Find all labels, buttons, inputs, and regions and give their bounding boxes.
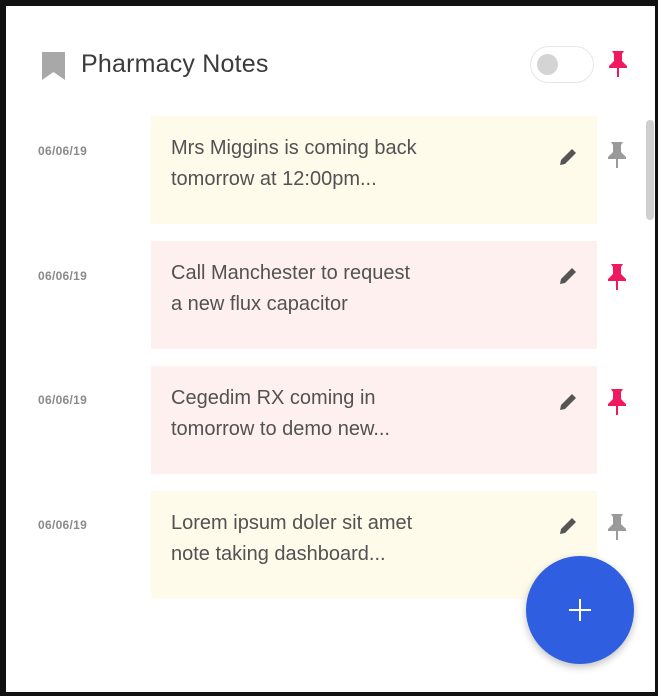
- note-line: note taking dashboard...: [171, 543, 386, 565]
- note-date: 06/06/19: [38, 144, 88, 158]
- note-card[interactable]: Call Manchester to request a new flux ca…: [151, 241, 626, 349]
- note-text: Cegedim RX coming in tomorrow to demo ne…: [171, 383, 511, 445]
- note-line: Mrs Miggins is coming back: [171, 137, 417, 159]
- pin-icon[interactable]: [609, 51, 627, 77]
- pin-icon[interactable]: [608, 389, 626, 415]
- notes-panel: Pharmacy Notes 06/06/19 Mrs Miggins is c…: [0, 0, 658, 696]
- pin-icon[interactable]: [608, 514, 626, 540]
- note-date: 06/06/19: [38, 518, 88, 532]
- bookmark-icon: [42, 52, 65, 80]
- note-card[interactable]: Cegedim RX coming in tomorrow to demo ne…: [151, 366, 626, 474]
- note-line: tomorrow at 12:00pm...: [171, 168, 377, 190]
- plus-icon: [579, 599, 581, 621]
- note-card[interactable]: Mrs Miggins is coming back tomorrow at 1…: [151, 116, 626, 224]
- pencil-icon[interactable]: [558, 147, 578, 167]
- scrollbar[interactable]: [646, 120, 654, 220]
- note-line: Cegedim RX coming in: [171, 387, 376, 409]
- panel-title: Pharmacy Notes: [81, 50, 269, 78]
- add-note-button[interactable]: [526, 556, 634, 664]
- note-text: Mrs Miggins is coming back tomorrow at 1…: [171, 133, 511, 195]
- note-text: Call Manchester to request a new flux ca…: [171, 258, 511, 320]
- pin-icon[interactable]: [608, 264, 626, 290]
- pencil-icon[interactable]: [558, 392, 578, 412]
- pencil-icon[interactable]: [558, 266, 578, 286]
- note-text: Lorem ipsum doler sit amet note taking d…: [171, 508, 511, 570]
- note-line: a new flux capacitor: [171, 293, 348, 315]
- pin-filter-toggle[interactable]: [530, 46, 594, 83]
- panel-header: Pharmacy Notes: [6, 6, 655, 116]
- toggle-knob[interactable]: [537, 54, 558, 75]
- pencil-icon[interactable]: [558, 516, 578, 536]
- note-line: Call Manchester to request: [171, 262, 411, 284]
- note-date: 06/06/19: [38, 393, 88, 407]
- note-line: Lorem ipsum doler sit amet: [171, 512, 413, 534]
- note-date: 06/06/19: [38, 269, 88, 283]
- pin-icon[interactable]: [608, 142, 626, 168]
- note-card[interactable]: Lorem ipsum doler sit amet note taking d…: [151, 491, 626, 599]
- note-line: tomorrow to demo new...: [171, 418, 390, 440]
